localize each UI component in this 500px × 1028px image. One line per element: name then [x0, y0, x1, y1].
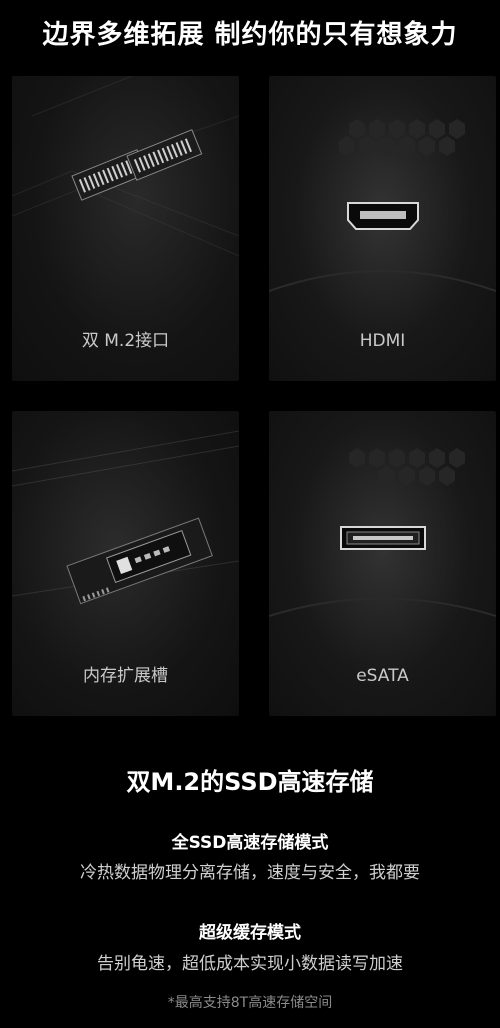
- hdmi-port-icon: [347, 202, 419, 230]
- card-label: 双 M.2接口: [81, 331, 170, 351]
- feature-card-hdmi: HDMI: [269, 76, 496, 381]
- card-label: 内存扩展槽: [83, 666, 168, 686]
- mode-title-full-ssd: 全SSD高速存储模式: [171, 833, 329, 853]
- feature-card-m2: 双 M.2接口: [12, 76, 239, 381]
- mode-title-cache: 超级缓存模式: [199, 923, 301, 943]
- storage-footnote: *最高支持8T高速存储空间: [167, 995, 333, 1011]
- feature-card-esata: eSATA: [269, 411, 496, 716]
- page-headline: 边界多维拓展 制约你的只有想象力: [42, 20, 458, 50]
- feature-card-memory: 内存扩展槽: [12, 411, 239, 716]
- esata-port-icon: [340, 526, 426, 550]
- card-label: eSATA: [356, 666, 409, 686]
- mode-description-full-ssd: 冷热数据物理分离存储，速度与安全，我都要: [80, 863, 420, 883]
- card-label: HDMI: [359, 331, 406, 351]
- storage-section-title: 双M.2的SSD高速存储: [126, 768, 374, 796]
- mode-description-cache: 告别龟速，超低成本实现小数据读写加速: [97, 954, 403, 974]
